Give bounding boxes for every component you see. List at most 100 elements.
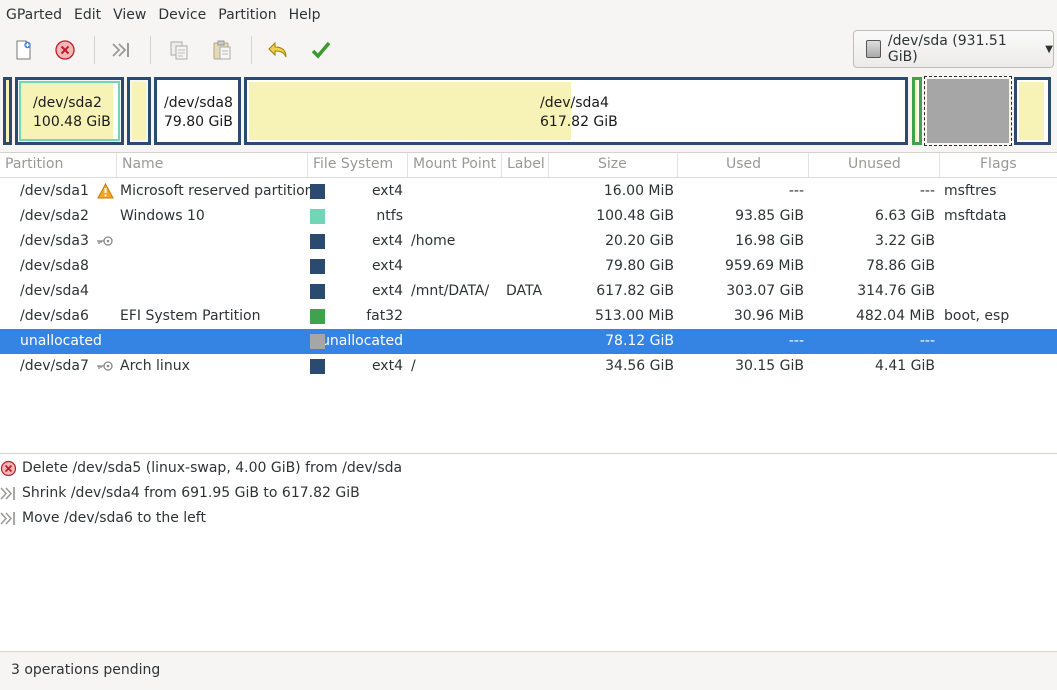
partition-row[interactable]: /dev/sda8 ext4 79.80 GiB 959.69 MiB 78.86 Gi… [0, 254, 1057, 279]
partition-row[interactable]: /dev/sda7 Arch linux ext4 / 34.56 GiB 30.15 G… [0, 354, 1057, 379]
diskmap-sda4[interactable]: /dev/sda4 617.82 GiB [244, 77, 908, 145]
delete-icon [55, 40, 75, 60]
diskmap-unallocated[interactable] [924, 76, 1012, 146]
partition-row[interactable]: /dev/sda1 Microsoft reserved partition ext… [0, 179, 1057, 204]
filesystem-color-swatch [310, 209, 325, 224]
delete-partition-button[interactable] [51, 37, 79, 63]
cell-filesystem: ntfs [376, 208, 403, 224]
menu-partition[interactable]: Partition [212, 0, 282, 30]
undo-button[interactable] [264, 37, 292, 63]
cell-size: 20.20 GiB [605, 233, 674, 249]
partition-row[interactable]: /dev/sda4 ext4/mnt/DATA/DATA 617.82 GiB 303… [0, 279, 1057, 304]
resize-move-button[interactable] [107, 37, 135, 63]
column-header-name[interactable]: Name [117, 153, 308, 177]
key-icon [96, 235, 114, 251]
cell-unused: 6.63 GiB [875, 208, 935, 224]
partition-row[interactable]: /dev/sda2 Windows 10 ntfs 100.48 GiB 93.85 G… [0, 204, 1057, 229]
cell-used: --- [788, 333, 804, 349]
resize-move-icon [0, 487, 15, 500]
cell-unused: 314.76 GiB [857, 283, 935, 299]
diskmap-sda2-size: 100.48 GiB [33, 114, 111, 130]
menu-edit[interactable]: Edit [68, 0, 107, 30]
cell-partition: /dev/sda7 [20, 358, 89, 374]
undo-icon [268, 41, 287, 58]
device-selector[interactable]: /dev/sda (931.51 GiB) ▼ [853, 30, 1054, 68]
column-header-mountpoint[interactable]: Mount Point [408, 153, 502, 177]
partition-list: Partition Name File System Mount Point L… [0, 152, 1057, 453]
cell-used: --- [788, 183, 804, 199]
cell-partition: /dev/sda2 [20, 208, 89, 224]
harddisk-icon [866, 40, 881, 58]
cell-name: Windows 10 [120, 208, 205, 224]
toolbar-separator [94, 36, 95, 64]
toolbar: /dev/sda (931.51 GiB) ▼ [0, 30, 1057, 70]
paste-button[interactable] [208, 37, 236, 63]
toolbar-separator [251, 36, 252, 64]
column-header-partition[interactable]: Partition [0, 153, 117, 177]
operation-label: Delete /dev/sda5 (linux-swap, 4.00 GiB) … [22, 460, 403, 476]
partition-list-header: Partition Name File System Mount Point L… [0, 153, 1057, 178]
cell-size: 34.56 GiB [605, 358, 674, 374]
cell-label: DATA [506, 283, 543, 299]
cell-filesystem: ext4 [371, 258, 403, 274]
diskmap-sda6[interactable] [912, 77, 922, 145]
diskmap-sda7[interactable] [1014, 77, 1051, 145]
diskmap-sda3-used [132, 82, 146, 140]
diskmap-sda4-size: 617.82 GiB [540, 114, 618, 130]
partition-row[interactable]: unallocated unallocated 78.12 GiB --- --- [0, 329, 1057, 354]
menu-view[interactable]: View [107, 0, 152, 30]
status-bar: 3 operations pending [0, 651, 1057, 690]
diskmap-sda8-size: 79.80 GiB [164, 114, 233, 130]
cell-filesystem: ext4 [371, 183, 403, 199]
status-text: 3 operations pending [11, 662, 161, 678]
cell-unused: 3.22 GiB [875, 233, 935, 249]
diskmap-sda4-name: /dev/sda4 [540, 95, 609, 111]
copy-button[interactable] [165, 37, 193, 63]
menu-help[interactable]: Help [283, 0, 327, 30]
column-header-filesystem[interactable]: File System [308, 153, 408, 177]
column-header-size[interactable]: Size [549, 153, 678, 177]
diskmap-sda4-used [249, 82, 571, 140]
cell-name: Arch linux [120, 358, 190, 374]
cell-unused: 482.04 MiB [855, 308, 935, 324]
delete-icon [0, 460, 17, 477]
filesystem-color-swatch [310, 359, 325, 374]
cell-used: 303.07 GiB [726, 283, 804, 299]
chevron-down-icon: ▼ [1045, 43, 1053, 55]
diskmap-sda2-name: /dev/sda2 [33, 95, 102, 111]
cell-partition: unallocated [20, 333, 102, 349]
cell-partition: /dev/sda8 [20, 258, 89, 274]
cell-size: 78.12 GiB [605, 333, 674, 349]
diskmap-sda8-name: /dev/sda8 [164, 95, 233, 111]
diskmap-sda3[interactable] [127, 77, 151, 145]
cell-name: Microsoft reserved partition [120, 183, 314, 199]
copy-icon [170, 41, 188, 60]
disk-map: /dev/sda2 100.48 GiB /dev/sda8 79.80 GiB… [0, 74, 1057, 148]
cell-size: 100.48 GiB [596, 208, 674, 224]
partition-row[interactable]: /dev/sda3 ext4/home 20.20 GiB 16.98 GiB 3.22… [0, 229, 1057, 254]
cell-size: 617.82 GiB [596, 283, 674, 299]
menu-gparted[interactable]: GParted [0, 0, 68, 30]
cell-partition: /dev/sda4 [20, 283, 89, 299]
diskmap-sda2[interactable]: /dev/sda2 100.48 GiB [15, 77, 124, 145]
cell-mountpoint: /home [411, 233, 456, 249]
column-header-used[interactable]: Used [678, 153, 809, 177]
cell-mountpoint: / [411, 358, 416, 374]
cell-size: 79.80 GiB [605, 258, 674, 274]
column-header-unused[interactable]: Unused [809, 153, 940, 177]
resize-move-icon [112, 43, 129, 57]
cell-flags: msftres [944, 183, 997, 199]
column-header-flags[interactable]: Flags [940, 153, 1057, 177]
partition-row[interactable]: /dev/sda6 EFI System Partition fat32 513.00… [0, 304, 1057, 329]
menu-device[interactable]: Device [152, 0, 212, 30]
new-partition-button[interactable] [9, 37, 37, 63]
cell-flags: msftdata [944, 208, 1007, 224]
apply-button[interactable] [307, 37, 335, 63]
column-header-label[interactable]: Label [502, 153, 549, 177]
diskmap-sda8[interactable]: /dev/sda8 79.80 GiB [154, 77, 241, 145]
new-icon [16, 40, 31, 60]
cell-name: EFI System Partition [120, 308, 261, 324]
cell-partition: /dev/sda3 [20, 233, 89, 249]
diskmap-sda1[interactable] [3, 77, 12, 145]
diskmap-sda7-used [1019, 82, 1044, 140]
